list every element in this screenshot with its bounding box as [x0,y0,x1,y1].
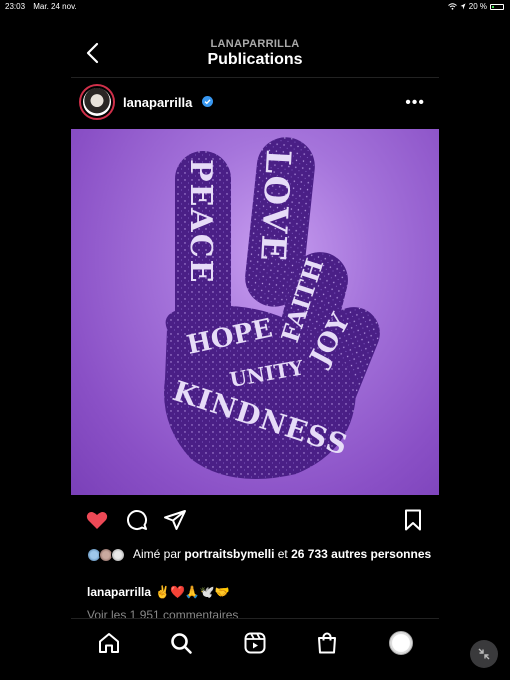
page-title: Publications [207,51,303,68]
profile-avatar-icon[interactable] [389,631,413,655]
search-icon[interactable] [169,631,193,655]
like-heart-icon[interactable] [85,508,109,532]
exit-fullscreen-button[interactable] [470,640,498,668]
verified-badge-icon [202,96,213,107]
word-peace: PEACE [183,159,218,284]
liker-avatars[interactable] [87,548,129,562]
status-bar: 23:03 Mar. 24 nov. 20 % [0,0,510,14]
likes-middle: et [277,547,288,561]
likes-text[interactable]: Aimé par portraitsbymelli et 26 733 autr… [133,546,433,562]
likes-prefix: Aimé par [133,547,182,561]
caption-text: ✌️❤️🙏🕊️🤝 [155,585,230,599]
likes-count[interactable]: 26 733 autres personnes [291,547,431,561]
status-time: 23:03 [5,2,26,11]
reels-icon[interactable] [243,631,267,655]
bottom-nav [71,618,439,666]
header-account-name: LANAPARRILLA [210,38,300,50]
battery-percent: 20 % [468,2,487,11]
status-date: Mar. 24 nov. [33,2,77,11]
bookmark-save-icon[interactable] [401,508,425,532]
peace-hand-illustration: PEACE LOVE FAITH HOPE UNITY JOY KINDNESS [164,137,380,479]
home-icon[interactable] [97,631,121,655]
location-arrow-icon [460,3,466,10]
collapse-arrows-icon [478,648,490,660]
post-username[interactable]: lanaparrilla [123,95,192,110]
post-image[interactable]: PEACE LOVE FAITH HOPE UNITY JOY KINDNESS [71,129,439,495]
share-send-icon[interactable] [163,508,187,532]
instagram-app: LANAPARRILLA Publications lanaparrilla •… [71,28,439,666]
avatar[interactable] [79,84,115,120]
status-left: 23:03 Mar. 24 nov. [5,2,83,11]
liker-avatar [111,548,125,562]
caption-username[interactable]: lanaparrilla [87,585,151,599]
liked-by-username[interactable]: portraitsbymelli [184,547,274,561]
shop-bag-icon[interactable] [315,631,339,655]
comment-icon[interactable] [125,508,149,532]
battery-icon [490,3,504,10]
status-right: 20 % [447,2,504,11]
avatar-image [83,88,111,116]
header: LANAPARRILLA Publications [71,28,439,78]
wifi-icon [447,3,457,10]
post-caption: lanaparrilla ✌️❤️🙏🕊️🤝 [87,585,230,599]
more-options-icon[interactable]: ••• [405,94,425,112]
post-actions [71,506,439,534]
word-love: LOVE [252,149,298,264]
post-header: lanaparrilla ••• [71,82,439,126]
